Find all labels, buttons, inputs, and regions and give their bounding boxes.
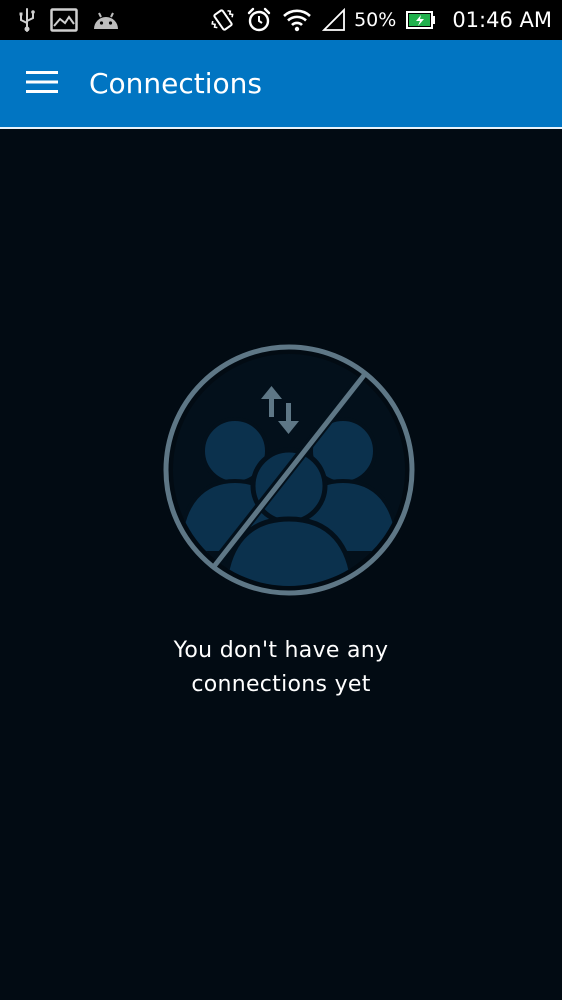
wifi-icon [282,8,312,32]
status-notifications [18,6,120,34]
empty-state-message-line2: connections yet [191,672,371,697]
clock: 01:46 AM [452,8,552,32]
empty-state-message-line1: You don't have any [173,638,389,663]
no-connections-icon [160,341,418,599]
app-bar: Connections [0,40,562,129]
empty-state-message: You don't have any connections yet [81,634,481,702]
status-system-icons: 50% 01:46 AM [210,6,552,34]
connections-content: You don't have any connections yet [0,129,562,1000]
hamburger-menu-icon [26,70,58,98]
vibrate-icon [210,7,236,33]
battery-charging-icon [406,11,436,29]
menu-button[interactable] [14,56,70,112]
android-icon [92,9,120,31]
page-title: Connections [89,67,263,100]
cellular-signal-icon [322,8,346,32]
alarm-icon [246,7,272,33]
usb-icon [18,7,36,33]
image-icon [50,8,78,32]
status-bar: 50% 01:46 AM [0,0,562,40]
battery-percent: 50% [354,9,397,31]
